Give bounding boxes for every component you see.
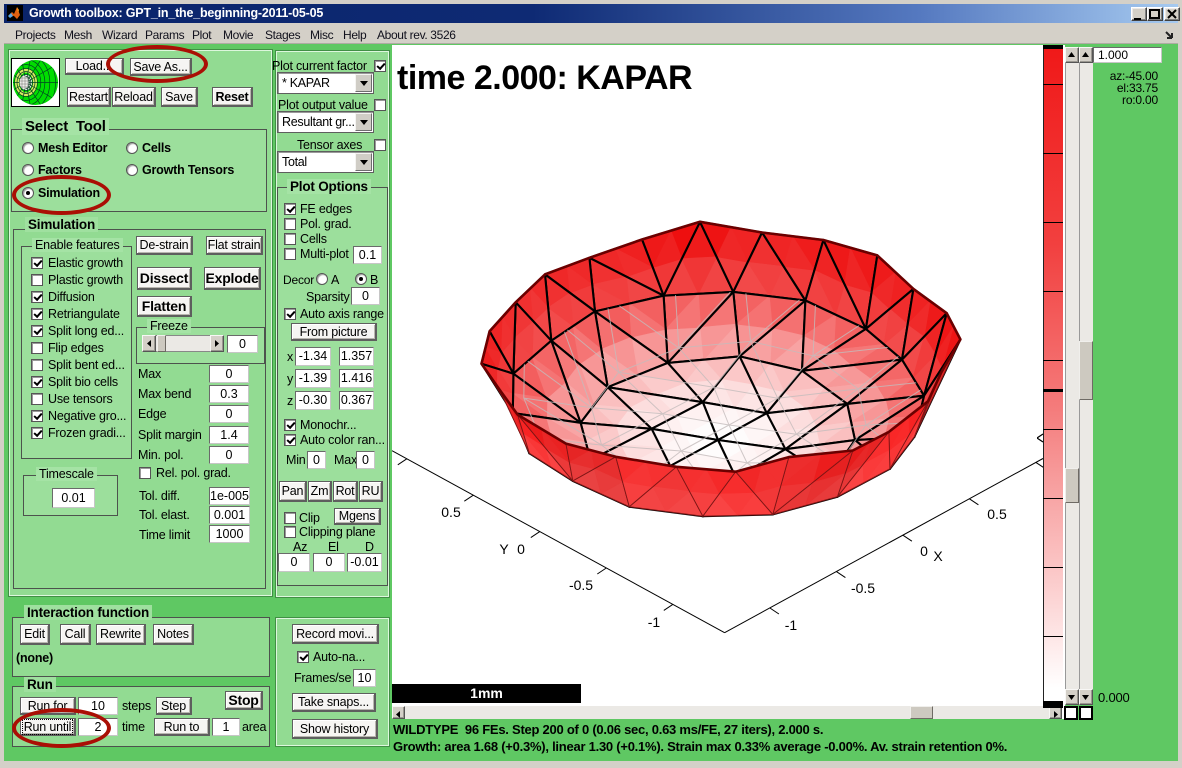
svg-text:Y: Y [499, 541, 509, 557]
svg-text:-0.5: -0.5 [569, 577, 593, 593]
svg-text:-1: -1 [648, 614, 661, 630]
svg-text:0.5: 0.5 [987, 506, 1007, 522]
svg-text:0: 0 [517, 541, 525, 557]
svg-text:-1: -1 [785, 617, 798, 633]
svg-text:X: X [933, 548, 943, 564]
svg-text:0.5: 0.5 [441, 504, 461, 520]
svg-text:-0.5: -0.5 [851, 580, 875, 596]
svg-text:0: 0 [920, 543, 928, 559]
